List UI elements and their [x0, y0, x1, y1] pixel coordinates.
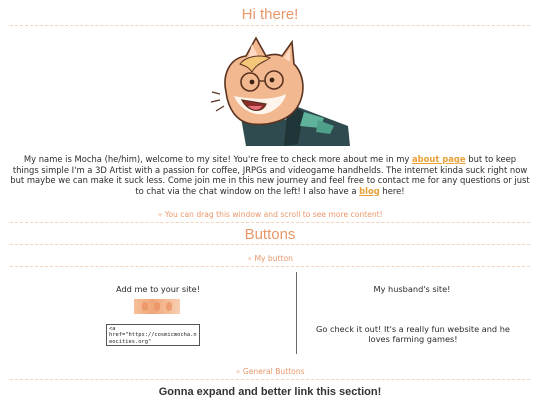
section-divider	[10, 222, 530, 223]
drag-hint: ✧ You can drag this window and scroll to …	[0, 210, 540, 219]
husband-site-description: Go check it out! It's a really fun websi…	[316, 324, 510, 344]
embed-code-field[interactable]: <a href="https://cosmicmocha.neocities.o…	[106, 324, 200, 346]
expand-note: Gonna expand and better link this sectio…	[158, 386, 382, 398]
general-buttons-divider	[10, 379, 530, 380]
husband-site-title: My husband's site!	[373, 284, 451, 294]
about-page-link[interactable]: about page	[412, 154, 466, 164]
my-button-label-text: My button	[254, 254, 293, 263]
general-buttons-label: ✧ General Buttons	[0, 367, 540, 376]
intro-paragraph: My name is Mocha (he/him), welcome to my…	[10, 154, 530, 196]
general-buttons-label-text: General Buttons	[242, 367, 305, 376]
intro-text-1: My name is Mocha (he/him), welcome to my…	[23, 154, 412, 164]
intro-text-3: here!	[379, 185, 405, 196]
blog-link[interactable]: blog	[359, 186, 380, 196]
sparkle-icon: ✧	[157, 211, 163, 219]
title-divider	[10, 25, 530, 26]
buttons-title-divider	[10, 244, 530, 245]
sparkle-icon: ✧	[235, 368, 241, 376]
site-button-badge[interactable]	[134, 299, 180, 314]
hero-title: Hi there!	[241, 6, 299, 23]
add-me-label: Add me to your site!	[116, 284, 200, 294]
mascot-avatar	[210, 36, 350, 146]
drag-hint-text: You can drag this window and scroll to s…	[164, 210, 383, 219]
buttons-section-title: Buttons	[244, 226, 296, 243]
my-button-label: ✧ My button	[0, 254, 540, 263]
window-content: Hi there! My name is Mocha (he/him), wel…	[0, 0, 540, 405]
column-divider	[296, 272, 297, 354]
my-button-divider	[10, 266, 530, 267]
sparkle-icon: ✧	[247, 255, 253, 263]
